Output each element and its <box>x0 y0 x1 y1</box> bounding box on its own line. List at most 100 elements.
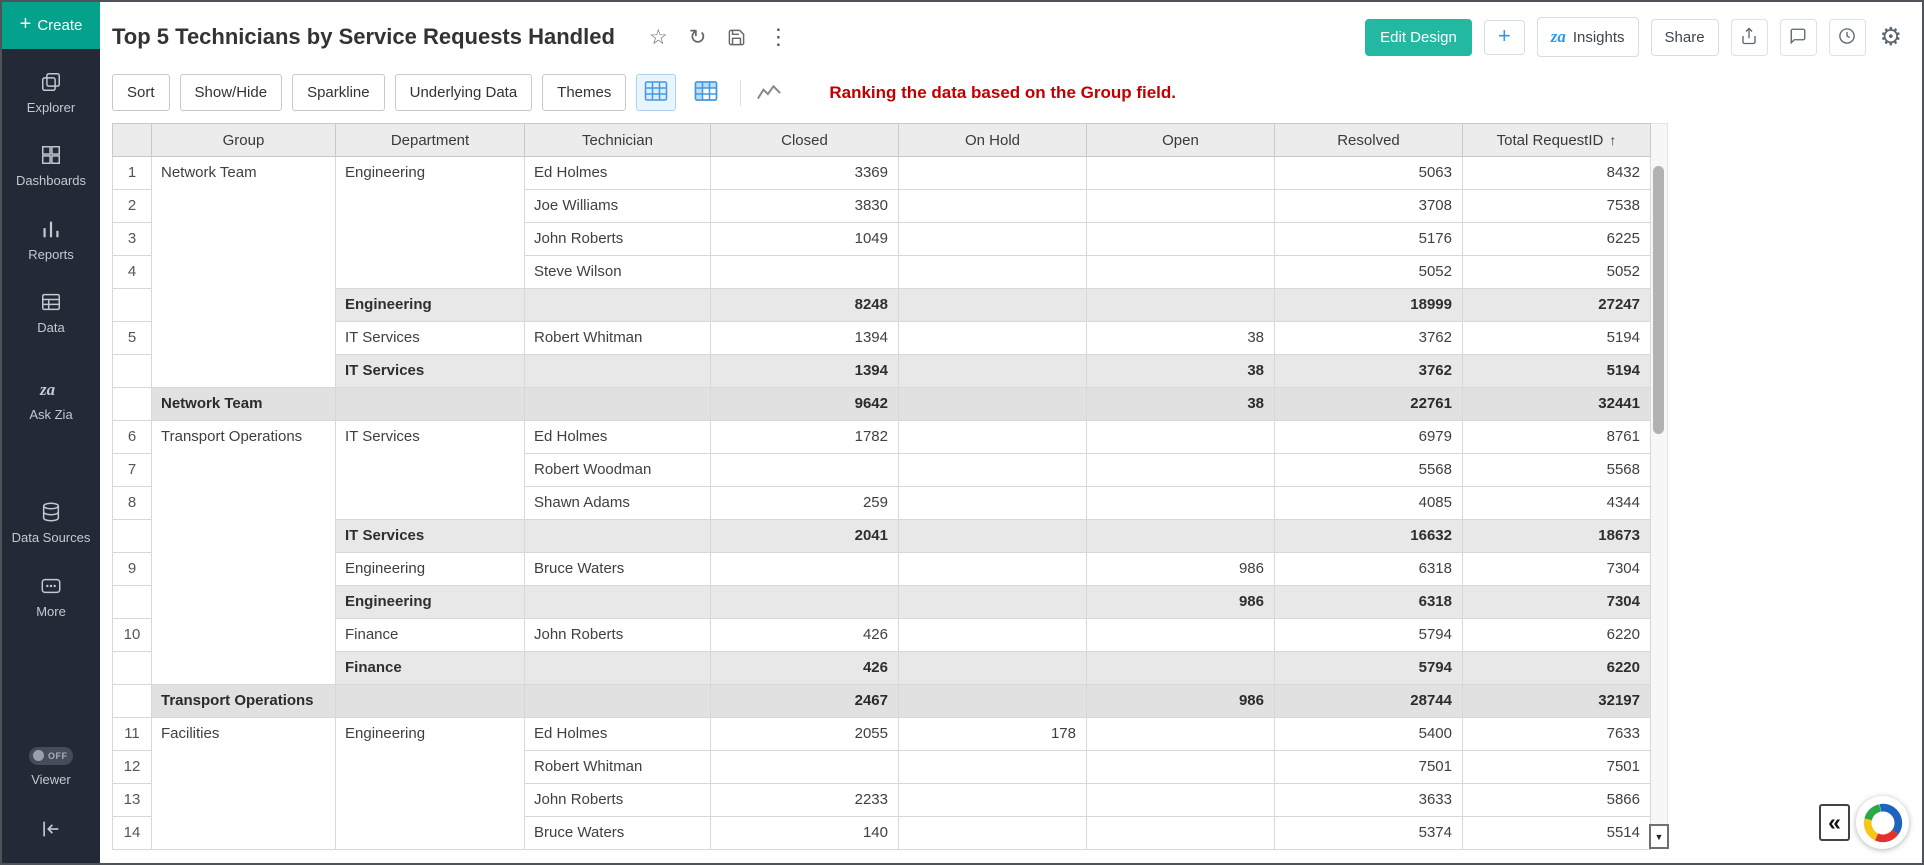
cell-open[interactable] <box>1087 784 1275 817</box>
cell-technician[interactable]: John Roberts <box>525 223 711 256</box>
cell-closed[interactable]: 1394 <box>711 355 899 388</box>
edit-design-button[interactable]: Edit Design <box>1365 19 1472 56</box>
sidebar-item-data[interactable]: Data <box>2 277 100 350</box>
column-header-department[interactable]: Department <box>336 124 525 157</box>
cell-technician[interactable] <box>525 520 711 553</box>
history-alerts-button[interactable] <box>1829 19 1866 56</box>
cell-total-requestid[interactable]: 6220 <box>1463 652 1651 685</box>
cell-closed[interactable]: 3369 <box>711 157 899 190</box>
cell-open[interactable] <box>1087 256 1275 289</box>
cell-on-hold[interactable] <box>899 751 1087 784</box>
cell-resolved[interactable]: 5176 <box>1275 223 1463 256</box>
viewer-mode-control[interactable]: OFF Viewer <box>27 733 75 802</box>
export-button[interactable] <box>1731 19 1768 56</box>
create-button[interactable]: + Create <box>2 2 100 49</box>
cell-resolved[interactable]: 6318 <box>1275 553 1463 586</box>
column-header-closed[interactable]: Closed <box>711 124 899 157</box>
cell-technician[interactable]: Joe Williams <box>525 190 711 223</box>
cell-closed[interactable]: 259 <box>711 487 899 520</box>
cell-total-requestid[interactable]: 7633 <box>1463 718 1651 751</box>
cell-closed[interactable] <box>711 256 899 289</box>
cell-open[interactable] <box>1087 454 1275 487</box>
cell-on-hold[interactable]: 178 <box>899 718 1087 751</box>
cell-resolved[interactable]: 3708 <box>1275 190 1463 223</box>
sidebar-item-ask-zia[interactable]: za Ask Zia <box>2 364 100 437</box>
cell-resolved[interactable]: 3633 <box>1275 784 1463 817</box>
sidebar-item-data-sources[interactable]: Data Sources <box>2 487 100 560</box>
favorite-star-icon[interactable]: ☆ <box>649 25 668 50</box>
cell-total-requestid[interactable]: 5194 <box>1463 355 1651 388</box>
cell-resolved[interactable]: 16632 <box>1275 520 1463 553</box>
vertical-scrollbar[interactable]: ▼ <box>1651 123 1668 848</box>
insights-button[interactable]: za Insights <box>1537 17 1639 57</box>
cell-closed[interactable]: 1394 <box>711 322 899 355</box>
share-button[interactable]: Share <box>1651 19 1719 56</box>
cell-resolved[interactable]: 5794 <box>1275 619 1463 652</box>
cell-open[interactable] <box>1087 487 1275 520</box>
table-view-button[interactable] <box>636 74 676 111</box>
cell-on-hold[interactable] <box>899 454 1087 487</box>
cell-total-requestid[interactable]: 6225 <box>1463 223 1651 256</box>
cell-technician[interactable] <box>525 289 711 322</box>
save-icon[interactable] <box>727 28 746 47</box>
cell-total-requestid[interactable]: 27247 <box>1463 289 1651 322</box>
cell-technician[interactable]: Robert Whitman <box>525 751 711 784</box>
cell-on-hold[interactable] <box>899 817 1087 850</box>
cell-on-hold[interactable] <box>899 421 1087 454</box>
cell-closed[interactable]: 426 <box>711 652 899 685</box>
cell-technician[interactable]: John Roberts <box>525 619 711 652</box>
cell-closed[interactable]: 3830 <box>711 190 899 223</box>
cell-department[interactable]: Finance <box>336 652 525 685</box>
cell-total-requestid[interactable]: 5568 <box>1463 454 1651 487</box>
cell-open[interactable]: 38 <box>1087 322 1275 355</box>
cell-open[interactable]: 986 <box>1087 553 1275 586</box>
cell-resolved[interactable]: 7501 <box>1275 751 1463 784</box>
cell-group[interactable]: Transport Operations <box>152 421 336 685</box>
cell-technician[interactable]: Shawn Adams <box>525 487 711 520</box>
cell-open[interactable] <box>1087 190 1275 223</box>
cell-resolved[interactable]: 5374 <box>1275 817 1463 850</box>
sidebar-item-reports[interactable]: Reports <box>2 204 100 277</box>
cell-on-hold[interactable] <box>899 586 1087 619</box>
cell-on-hold[interactable] <box>899 223 1087 256</box>
add-button[interactable]: + <box>1484 20 1525 55</box>
cell-department[interactable]: IT Services <box>336 520 525 553</box>
cell-open[interactable] <box>1087 718 1275 751</box>
cell-closed[interactable]: 140 <box>711 817 899 850</box>
cell-technician[interactable]: Bruce Waters <box>525 817 711 850</box>
cell-closed[interactable] <box>711 586 899 619</box>
pivot-view-button[interactable] <box>686 74 726 111</box>
cell-resolved[interactable]: 3762 <box>1275 322 1463 355</box>
scrollbar-thumb[interactable] <box>1653 166 1664 434</box>
settings-gear-icon[interactable]: ⚙ <box>1880 22 1902 52</box>
cell-total-requestid[interactable]: 6220 <box>1463 619 1651 652</box>
cell-on-hold[interactable] <box>899 289 1087 322</box>
cell-technician[interactable] <box>525 355 711 388</box>
cell-closed[interactable]: 2467 <box>711 685 899 718</box>
comments-button[interactable] <box>1780 19 1817 56</box>
cell-closed[interactable] <box>711 751 899 784</box>
column-header-group[interactable]: Group <box>152 124 336 157</box>
cell-department[interactable]: IT Services <box>336 355 525 388</box>
cell-resolved[interactable]: 5063 <box>1275 157 1463 190</box>
cell-on-hold[interactable] <box>899 322 1087 355</box>
cell-open[interactable] <box>1087 751 1275 784</box>
cell-on-hold[interactable] <box>899 256 1087 289</box>
cell-technician[interactable] <box>525 652 711 685</box>
cell-resolved[interactable]: 4085 <box>1275 487 1463 520</box>
underlying-data-button[interactable]: Underlying Data <box>395 74 533 111</box>
cell-resolved[interactable]: 5052 <box>1275 256 1463 289</box>
cell-department[interactable]: Engineering <box>336 157 525 289</box>
cell-on-hold[interactable] <box>899 388 1087 421</box>
cell-department[interactable] <box>336 685 525 718</box>
cell-total-requestid[interactable]: 7538 <box>1463 190 1651 223</box>
cell-technician[interactable] <box>525 586 711 619</box>
cell-on-hold[interactable] <box>899 553 1087 586</box>
cell-open[interactable]: 986 <box>1087 586 1275 619</box>
cell-closed[interactable]: 2055 <box>711 718 899 751</box>
sidebar-item-more[interactable]: More <box>2 561 100 634</box>
cell-open[interactable] <box>1087 289 1275 322</box>
cell-open[interactable] <box>1087 223 1275 256</box>
cell-resolved[interactable]: 5794 <box>1275 652 1463 685</box>
cell-department[interactable]: Engineering <box>336 289 525 322</box>
